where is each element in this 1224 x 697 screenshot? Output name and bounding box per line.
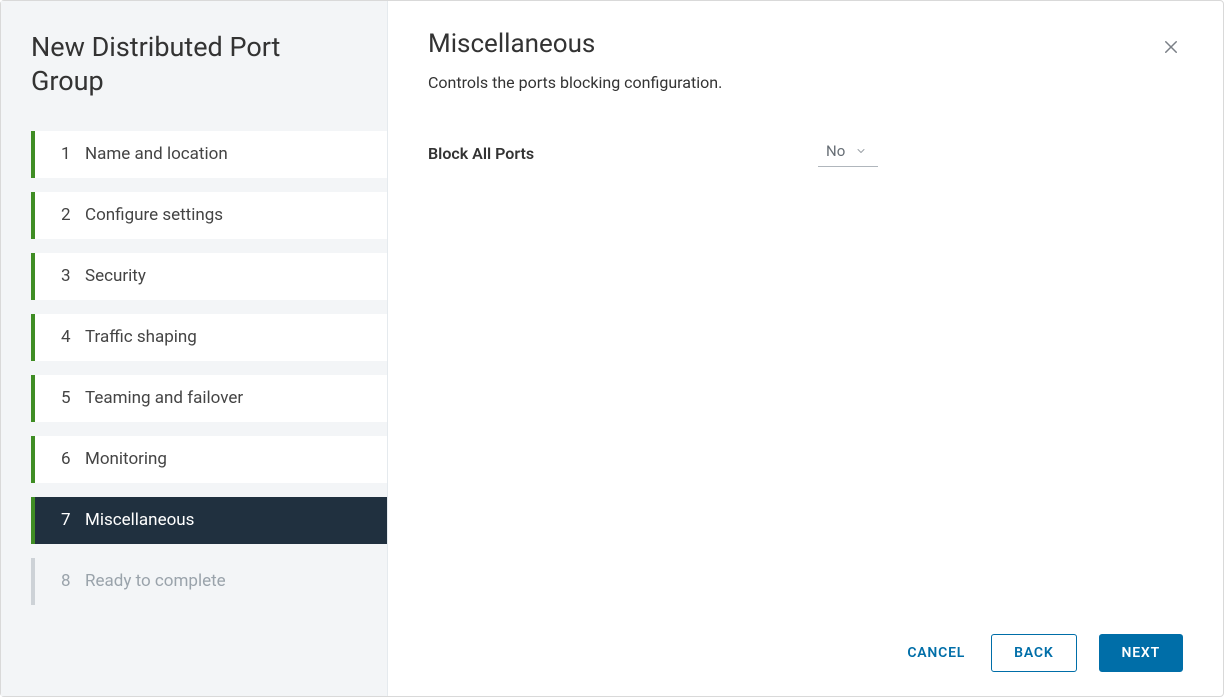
page-title: Miscellaneous [428,29,722,59]
step-teaming-and-failover[interactable]: 5 Teaming and failover [31,375,387,422]
step-ready-to-complete: 8 Ready to complete [31,558,387,605]
step-label: Monitoring [85,449,167,469]
step-number: 3 [61,266,85,286]
chevron-down-icon [855,145,867,157]
close-button[interactable] [1159,35,1183,59]
wizard-steps: 1 Name and location 2 Configure settings… [1,131,387,605]
step-label: Teaming and failover [85,388,243,408]
close-icon [1162,38,1180,56]
block-all-ports-select[interactable]: No [818,140,878,167]
wizard-sidebar: New Distributed Port Group 1 Name and lo… [1,1,388,696]
step-label: Ready to complete [85,571,226,591]
step-number: 2 [61,205,85,225]
cancel-button[interactable]: CANCEL [903,635,969,671]
step-label: Miscellaneous [85,510,194,530]
new-dport-group-dialog: New Distributed Port Group 1 Name and lo… [1,1,1223,696]
main-header: Miscellaneous Controls the ports blockin… [428,29,1183,140]
step-label: Configure settings [85,205,223,225]
step-number: 5 [61,388,85,408]
step-name-and-location[interactable]: 1 Name and location [31,131,387,178]
step-label: Security [85,266,146,286]
step-number: 4 [61,327,85,347]
wizard-footer: CANCEL BACK NEXT [428,614,1183,696]
step-label: Traffic shaping [85,327,197,347]
back-button[interactable]: BACK [991,634,1076,672]
next-button[interactable]: NEXT [1099,634,1183,672]
page-subtitle: Controls the ports blocking configuratio… [428,73,722,92]
step-label: Name and location [85,144,228,164]
step-number: 1 [61,144,85,164]
step-miscellaneous[interactable]: 7 Miscellaneous [31,497,387,544]
step-number: 8 [61,571,85,591]
block-all-ports-value: No [826,142,845,160]
step-number: 6 [61,449,85,469]
step-number: 7 [61,510,85,530]
step-monitoring[interactable]: 6 Monitoring [31,436,387,483]
wizard-main: Miscellaneous Controls the ports blockin… [388,1,1223,696]
block-all-ports-row: Block All Ports No [428,140,1183,167]
wizard-title: New Distributed Port Group [1,31,387,131]
step-configure-settings[interactable]: 2 Configure settings [31,192,387,239]
step-security[interactable]: 3 Security [31,253,387,300]
block-all-ports-label: Block All Ports [428,144,818,163]
step-traffic-shaping[interactable]: 4 Traffic shaping [31,314,387,361]
